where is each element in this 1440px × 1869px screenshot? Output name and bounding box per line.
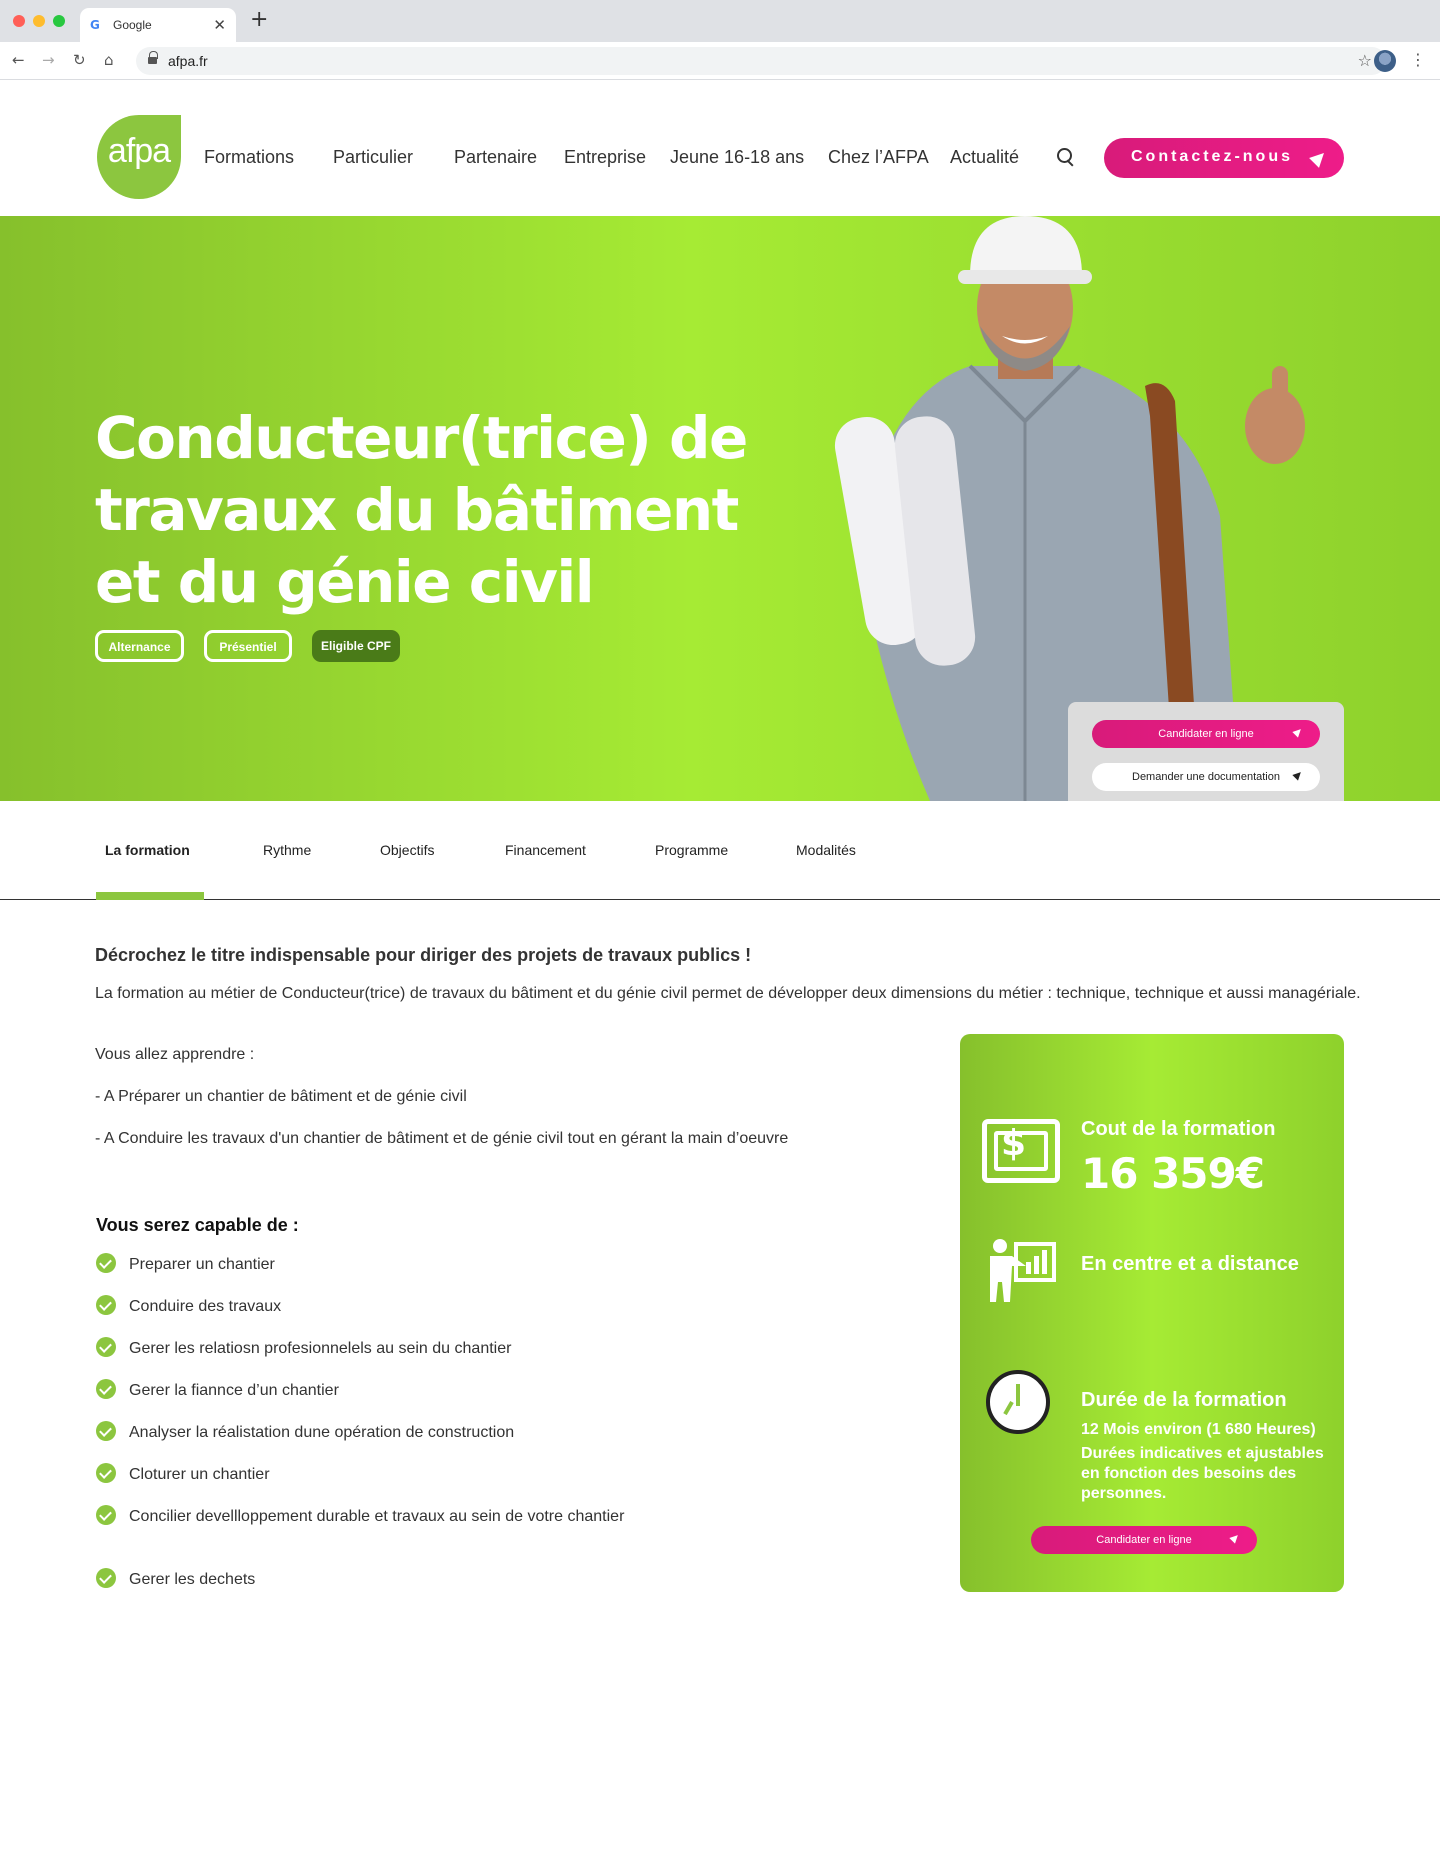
hero-banner: Conducteur(trice) de travaux du bâtiment… (0, 216, 1440, 801)
browser-toolbar: ← → ↻ ⌂ afpa.fr ☆ ⋮ (0, 42, 1440, 80)
cost-value: 16 359€ (1081, 1149, 1265, 1198)
nav-partenaire[interactable]: Partenaire (454, 147, 537, 168)
money-icon: $ (982, 1119, 1060, 1183)
tab-objectifs[interactable]: Objectifs (380, 842, 434, 858)
afpa-logo[interactable]: afpa (97, 115, 181, 199)
close-window-button[interactable] (13, 15, 25, 27)
nav-actualite[interactable]: Actualité (950, 147, 1019, 168)
nav-formations[interactable]: Formations (204, 147, 294, 168)
tag-presentiel: Présentiel (204, 630, 292, 662)
address-bar[interactable]: afpa.fr ☆ (136, 47, 1386, 75)
google-favicon-icon: G (90, 18, 100, 32)
card-apply-label: Candidater en ligne (1096, 1534, 1192, 1546)
nav-entreprise[interactable]: Entreprise (564, 147, 646, 168)
intro-heading: Décrochez le titre indispensable pour di… (95, 945, 752, 965)
hero-cta-panel: Candidater en ligne Demander une documen… (1068, 702, 1344, 801)
site-header: afpa Formations Particulier Partenaire E… (0, 81, 1440, 216)
back-arrow-icon[interactable]: ← (12, 51, 25, 69)
capable-title: Vous serez capable de : (96, 1215, 299, 1235)
course-tabs: La formation Rythme Objectifs Financemen… (0, 801, 1440, 900)
nav-jeune[interactable]: Jeune 16-18 ans (670, 147, 804, 168)
tab-rythme[interactable]: Rythme (263, 842, 311, 858)
send-icon (1309, 148, 1329, 168)
tag-eligible-cpf: Eligible CPF (312, 630, 400, 662)
maximize-window-button[interactable] (53, 15, 65, 27)
check-icon (96, 1379, 116, 1399)
duration-label: Durée de la formation (1081, 1389, 1287, 1411)
learn-item: - A Préparer un chantier de bâtiment et … (95, 1088, 467, 1105)
hero-documentation-button[interactable]: Demander une documentation (1092, 763, 1320, 791)
hero-apply-label: Candidater en ligne (1158, 728, 1254, 740)
cost-label: Cout de la formation (1081, 1118, 1276, 1140)
hero-apply-button[interactable]: Candidater en ligne (1092, 720, 1320, 748)
tag-alternance: Alternance (95, 630, 184, 662)
duration-value: 12 Mois environ (1 680 Heures) (1081, 1421, 1316, 1438)
learn-item: - A Conduire les travaux d'un chantier d… (95, 1130, 789, 1147)
clock-icon (986, 1370, 1050, 1434)
duration-note: Durées indicatives et ajustables en fonc… (1081, 1445, 1324, 1502)
course-info-card: $ Cout de la formation 16 359€ En centre… (960, 1034, 1344, 1592)
learn-title: Vous allez apprendre : (95, 1046, 255, 1063)
card-apply-button[interactable]: Candidater en ligne (1031, 1526, 1257, 1554)
presenter-icon (990, 1239, 1056, 1302)
skill-text: Cloturer un chantier (129, 1466, 270, 1483)
browser-tab-title: Google (113, 18, 152, 32)
hero-documentation-label: Demander une documentation (1132, 771, 1280, 783)
contact-button-label: Contactez-nous (1131, 148, 1293, 165)
check-icon (96, 1421, 116, 1441)
home-icon[interactable]: ⌂ (104, 51, 114, 69)
lock-icon (148, 51, 158, 66)
browser-tabstrip: G Google ✕ + (0, 0, 1440, 42)
nav-particulier[interactable]: Particulier (333, 147, 413, 168)
hero-title: Conducteur(trice) de travaux du bâtiment… (95, 404, 748, 616)
skill-text: Analyser la réalistation dune opération … (129, 1424, 515, 1441)
close-tab-icon[interactable]: ✕ (213, 16, 226, 34)
tab-financement[interactable]: Financement (505, 842, 586, 858)
url-text: afpa.fr (168, 53, 208, 69)
intro-text: La formation au métier de Conducteur(tri… (95, 985, 1361, 1002)
mode-label: En centre et a distance (1081, 1253, 1299, 1275)
check-icon (96, 1253, 116, 1273)
reload-icon[interactable]: ↻ (73, 51, 86, 69)
skill-text: Gerer les relatiosn profesionnelels au s… (129, 1340, 512, 1357)
check-icon (96, 1505, 116, 1525)
skill-text: Gerer les dechets (129, 1571, 256, 1588)
browser-tab[interactable]: G Google ✕ (80, 8, 236, 42)
check-icon (96, 1463, 116, 1483)
tab-modalites[interactable]: Modalités (796, 842, 856, 858)
nav-chez-afpa[interactable]: Chez l’AFPA (828, 147, 929, 168)
skill-text: Conduire des travaux (129, 1298, 282, 1315)
new-tab-button[interactable]: + (250, 9, 268, 31)
check-icon (96, 1295, 116, 1315)
active-tab-indicator (96, 892, 204, 900)
profile-avatar[interactable] (1374, 50, 1396, 72)
tab-programme[interactable]: Programme (655, 842, 728, 858)
minimize-window-button[interactable] (33, 15, 45, 27)
check-icon (96, 1568, 116, 1588)
tab-la-formation[interactable]: La formation (105, 842, 190, 858)
skill-text: Preparer un chantier (129, 1256, 275, 1273)
bookmark-star-icon[interactable]: ☆ (1358, 51, 1372, 70)
logo-text: afpa (107, 132, 171, 170)
skill-text: Concilier devellloppement durable et tra… (129, 1508, 625, 1525)
forward-arrow-icon[interactable]: → (42, 51, 55, 69)
contact-button[interactable]: Contactez-nous (1104, 138, 1344, 178)
skill-text: Gerer la fiannce d’un chantier (129, 1382, 339, 1399)
search-icon[interactable] (1057, 148, 1075, 166)
check-icon (96, 1337, 116, 1357)
browser-menu-icon[interactable]: ⋮ (1410, 50, 1426, 69)
